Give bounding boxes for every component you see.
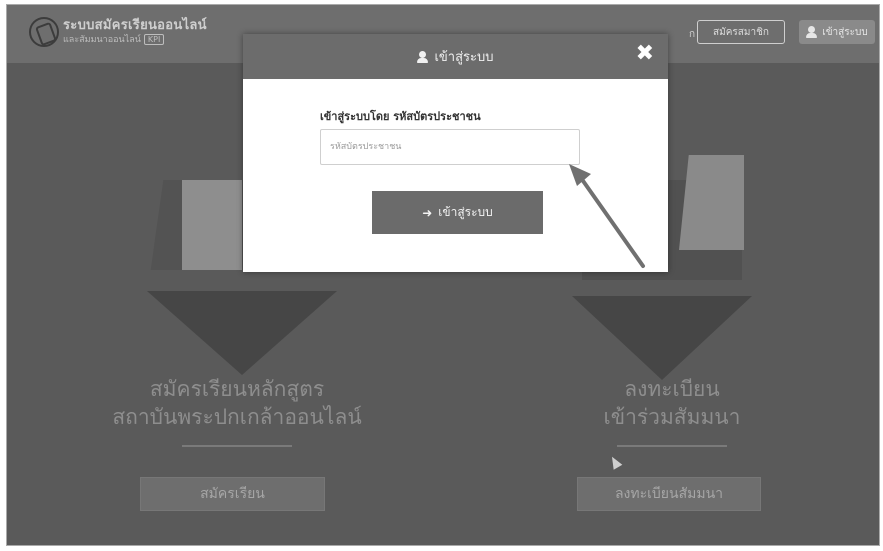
board-illustration	[182, 180, 242, 270]
hero-left-line2: สถาบันพระปกเกล้าออนไลน์	[112, 405, 362, 429]
left-diamond-decor	[147, 291, 337, 375]
site-subtitle: และสัมมนาออนไลน์ KPI	[63, 32, 165, 46]
seminar-register-button[interactable]: ลงทะเบียนสัมมนา	[577, 477, 761, 511]
id-field-label: เข้าสู่ระบบโดย รหัสบัตรประชาชน	[320, 110, 481, 123]
close-icon[interactable]: ✖	[636, 42, 654, 66]
app-window: ระบบสมัครเรียนออนไลน์ และสัมมนาออนไลน์ KP…	[6, 4, 880, 546]
user-icon	[806, 26, 818, 38]
logo-icon[interactable]	[29, 17, 59, 47]
modal-title: เข้าสู่ระบบ	[243, 34, 668, 79]
hero-right-divider	[617, 445, 727, 447]
citizen-id-input[interactable]	[320, 129, 580, 165]
register-button[interactable]: สมัครสมาชิก	[697, 20, 785, 44]
hero-right-heading: ลงทะเบียน เข้าร่วมสัมมนา	[542, 375, 802, 431]
login-button-label: เข้าสู่ระบบ	[822, 26, 868, 38]
hero-right-line2: เข้าร่วมสัมมนา	[603, 405, 741, 429]
partial-nav-link[interactable]: ก	[689, 27, 695, 42]
sign-in-icon: ➜	[422, 205, 433, 220]
login-modal: เข้าสู่ระบบ ✖ เข้าสู่ระบบโดย รหัสบัตรประ…	[243, 34, 668, 272]
hero-left-line1: สมัครเรียนหลักสูตร	[149, 377, 325, 401]
tent-illustration	[679, 155, 744, 250]
mouse-cursor-icon	[607, 454, 623, 470]
user-icon	[417, 50, 429, 63]
login-submit-label: เข้าสู่ระบบ	[438, 205, 493, 219]
kpi-badge: KPI	[143, 34, 165, 45]
site-subtitle-text: และสัมมนาออนไลน์	[63, 35, 141, 45]
login-button[interactable]: เข้าสู่ระบบ	[799, 20, 875, 44]
enroll-button[interactable]: สมัครเรียน	[140, 477, 325, 511]
login-submit-button[interactable]: ➜ เข้าสู่ระบบ	[372, 191, 543, 234]
hero-left-divider	[182, 445, 292, 447]
hero-right-line1: ลงทะเบียน	[624, 377, 720, 401]
modal-title-text: เข้าสู่ระบบ	[434, 50, 494, 65]
hero-left-heading: สมัครเรียนหลักสูตร สถาบันพระปกเกล้าออนไล…	[67, 375, 407, 431]
